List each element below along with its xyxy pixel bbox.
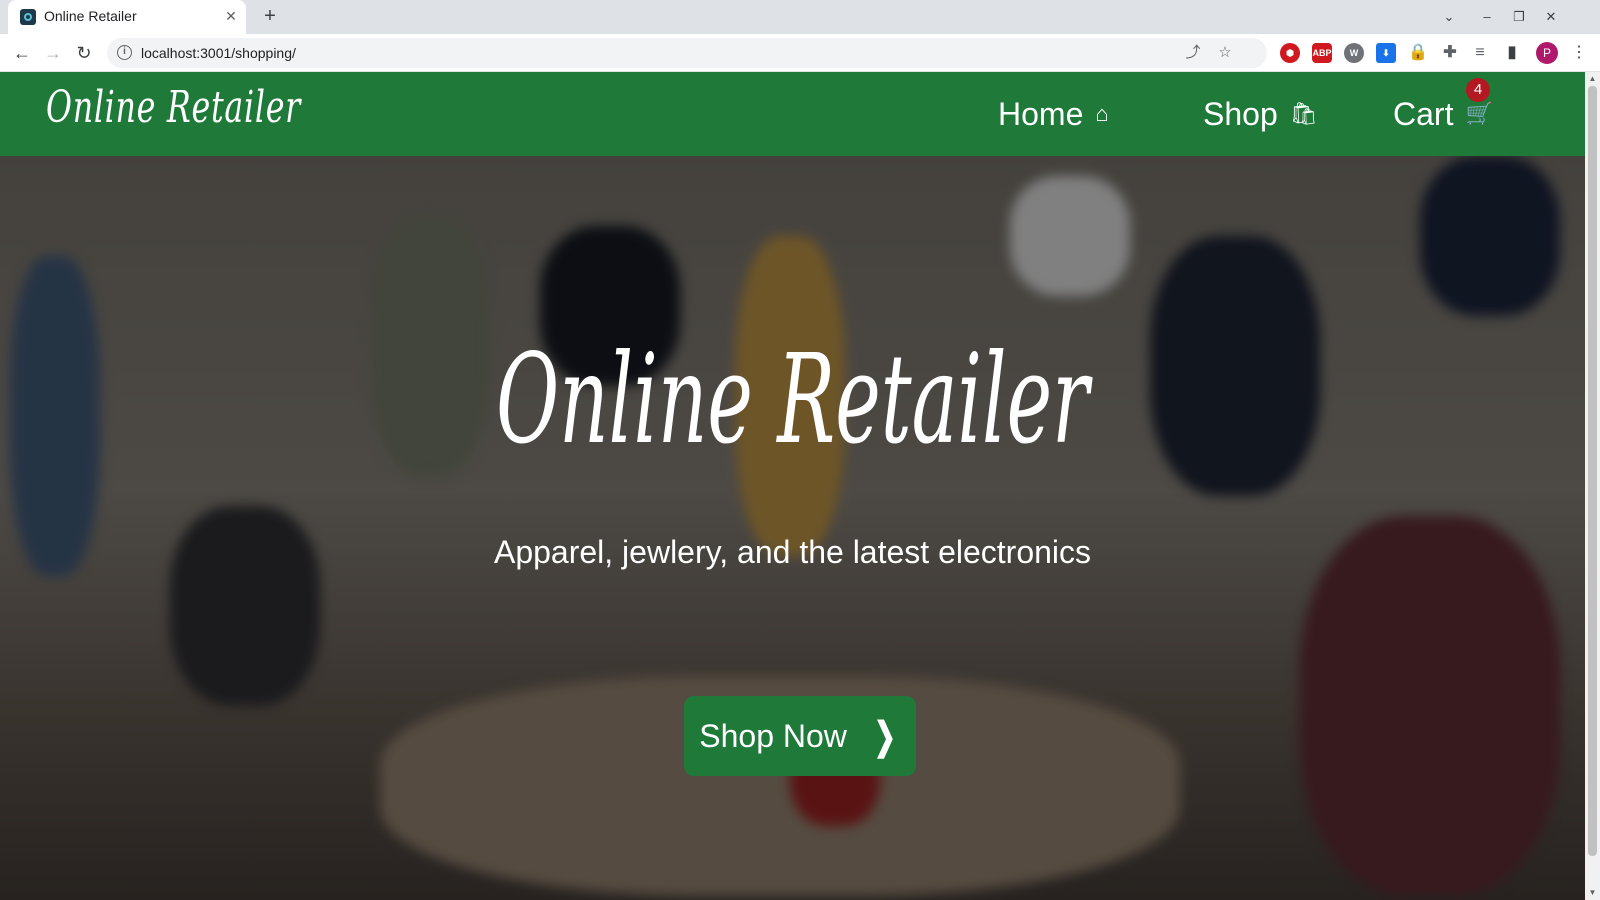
address-bar[interactable]: i localhost:3001/shopping/ ⤴ ☆ [107,38,1267,68]
favicon-icon [20,9,36,25]
hero-overlay [0,156,1585,900]
hero-title: Online Retailer [496,328,1089,472]
reload-icon[interactable]: ↻ [72,41,96,65]
scroll-up-icon[interactable]: ▲ [1585,72,1600,86]
chevron-right-icon: ❯ [873,715,896,758]
home-icon: ⌂ [1095,101,1109,126]
nav-home-link[interactable]: Home ⌂ [998,94,1109,134]
adblock-icon[interactable]: ABP [1312,43,1332,63]
side-panel-icon[interactable]: ▮ [1502,43,1522,63]
shop-now-label: Shop Now [699,717,847,754]
brand-logo[interactable]: Online Retailer [46,82,301,133]
page-scrollbar[interactable]: ▲ ▼ [1585,72,1600,900]
cart-icon: 🛒 [1465,101,1493,126]
minimize-icon[interactable]: – [1476,6,1498,28]
page-viewport: Online Retailer Home ⌂ Shop 🛍 Cart 🛒 4 O… [0,72,1585,900]
extension-shield-icon[interactable]: ⬢ [1280,43,1300,63]
tab-title: Online Retailer [44,8,137,24]
nav-cart-label: Cart [1393,95,1454,132]
browser-tab[interactable]: Online Retailer ✕ [8,0,246,34]
extensions-puzzle-icon[interactable]: ✚ [1440,43,1460,63]
scroll-thumb[interactable] [1588,86,1597,856]
hero-subtitle: Apparel, jewlery, and the latest electro… [493,534,1092,570]
restore-icon[interactable]: ❐ [1508,6,1530,28]
tab-close-icon[interactable]: ✕ [222,7,240,25]
nav-shop-label: Shop [1203,95,1278,132]
lock-extension-icon[interactable]: 🔒 [1408,43,1428,63]
browser-toolbar: ← → ↻ i localhost:3001/shopping/ ⤴ ☆ ⬢ A… [0,34,1600,72]
cart-count-badge: 4 [1466,78,1490,102]
bookmark-star-icon[interactable]: ☆ [1215,43,1235,63]
site-info-icon[interactable]: i [117,45,132,60]
forward-icon[interactable]: → [41,41,65,65]
nav-shop-link[interactable]: Shop 🛍 [1203,94,1318,134]
share-icon[interactable]: ⤴ [1183,43,1203,63]
back-icon[interactable]: ← [10,41,34,65]
download-icon[interactable]: ⬇ [1376,43,1396,63]
wordpress-icon[interactable]: W [1344,43,1364,63]
nav-home-label: Home [998,95,1084,132]
hero-banner: Online Retailer Apparel, jewlery, and th… [0,156,1585,900]
shopping-bag-icon: 🛍 [1289,101,1318,126]
shop-now-button[interactable]: Shop Now ❯ [684,696,916,776]
tab-search-icon[interactable]: ⌄ [1438,6,1460,28]
scroll-down-icon[interactable]: ▼ [1585,886,1600,900]
new-tab-button[interactable]: + [258,4,282,28]
url-text[interactable]: localhost:3001/shopping/ [141,45,296,61]
reading-list-icon[interactable]: ≡ [1470,43,1490,63]
browser-tabstrip: Online Retailer ✕ + ⌄ – ❐ ✕ [0,0,1600,34]
profile-avatar[interactable]: P [1536,42,1558,64]
browser-menu-icon[interactable]: ⋮ [1570,42,1588,64]
site-navbar: Online Retailer Home ⌂ Shop 🛍 Cart 🛒 4 [0,72,1585,156]
window-close-icon[interactable]: ✕ [1540,6,1562,28]
